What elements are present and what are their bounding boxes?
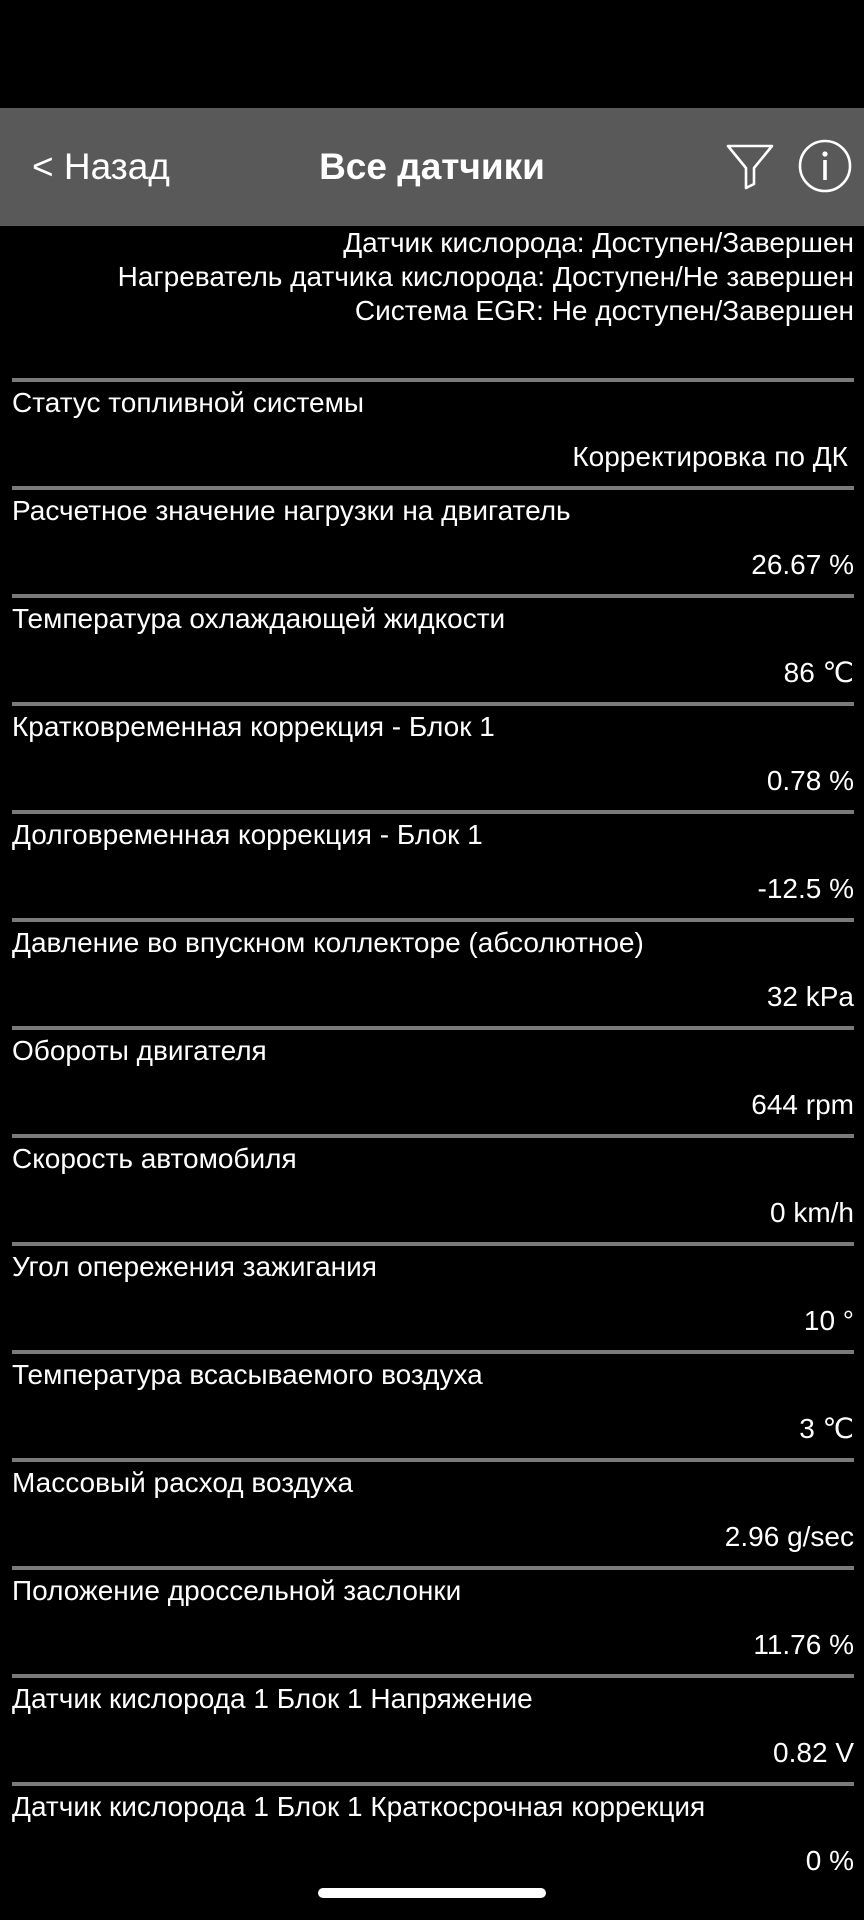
sensor-row[interactable]: Статус топливной системы Корректировка п…: [12, 378, 854, 486]
sensor-row[interactable]: Скорость автомобиля 0 km/h: [12, 1134, 854, 1242]
sensor-name: Положение дроссельной заслонки: [12, 1575, 462, 1606]
sensor-row[interactable]: Положение дроссельной заслонки 11.76 %: [12, 1566, 854, 1674]
sensor-row[interactable]: Массовый расход воздуха 2.96 g/sec: [12, 1458, 854, 1566]
sensor-name: Скорость автомобиля: [12, 1143, 297, 1174]
sensor-value: 32 kPa: [766, 981, 854, 1012]
sensor-value: 644 rpm: [751, 1089, 854, 1120]
sensor-name: Кратковременная коррекция - Блок 1: [12, 711, 495, 742]
sensor-value: 11.76 %: [753, 1629, 854, 1660]
sensor-value: 26.67 %: [751, 549, 854, 580]
sensor-scroll-area[interactable]: Датчик кислорода: Доступен/Завершен Нагр…: [0, 226, 864, 1920]
sensor-value: 86 ℃: [783, 657, 854, 688]
filter-button[interactable]: [722, 138, 778, 194]
sensor-row[interactable]: Давление во впускном коллекторе (абсолют…: [12, 918, 854, 1026]
filter-icon: [726, 144, 774, 190]
app-bar: < Назад Все датчики: [0, 108, 864, 226]
sensor-name: Обороты двигателя: [12, 1035, 267, 1066]
home-indicator[interactable]: [318, 1888, 546, 1898]
sensor-row[interactable]: Датчик кислорода 1 Блок 1 Напряжение 0.8…: [12, 1674, 854, 1782]
sensor-value: 3 ℃: [799, 1413, 854, 1444]
sensor-name: Температура всасываемого воздуха: [12, 1359, 483, 1390]
sensor-name: Массовый расход воздуха: [12, 1467, 354, 1498]
info-button[interactable]: [797, 138, 853, 194]
sensor-name: Угол опережения зажигания: [12, 1251, 377, 1282]
sensor-value: 2.96 g/sec: [724, 1521, 854, 1552]
info-icon: [798, 139, 852, 193]
monitor-status-block: Датчик кислорода: Доступен/Завершен Нагр…: [0, 226, 864, 386]
sensor-name: Датчик кислорода 1 Блок 1 Напряжение: [12, 1683, 533, 1714]
sensor-row[interactable]: Долговременная коррекция - Блок 1 -12.5 …: [12, 810, 854, 918]
sensor-row[interactable]: Кратковременная коррекция - Блок 1 0.78 …: [12, 702, 854, 810]
sensor-name: Датчик кислорода 1 Блок 1 Краткосрочная …: [12, 1791, 706, 1822]
monitor-status-line: Датчик кислорода: Доступен/Завершен: [343, 227, 854, 258]
sensor-name: Температура охлаждающей жидкости: [12, 603, 506, 634]
sensor-name: Давление во впускном коллекторе (абсолют…: [12, 927, 644, 958]
sensor-value: -12.5 %: [757, 873, 855, 904]
sensor-row[interactable]: Обороты двигателя 644 rpm: [12, 1026, 854, 1134]
sensor-row[interactable]: Угол опережения зажигания 10 °: [12, 1242, 854, 1350]
monitor-status-line: Нагреватель датчика кислорода: Доступен/…: [117, 261, 854, 292]
sensor-value: Корректировка по ДК: [572, 441, 848, 472]
sensor-row[interactable]: Расчетное значение нагрузки на двигатель…: [12, 486, 854, 594]
sensor-value: 0.78 %: [766, 765, 854, 796]
sensor-name: Статус топливной системы: [12, 387, 364, 418]
monitor-status-line: Система EGR: Не доступен/Завершен: [354, 295, 854, 326]
sensor-value: 0 km/h: [769, 1197, 854, 1228]
sensor-list: Статус топливной системы Корректировка п…: [0, 378, 864, 1890]
status-bar: [0, 0, 864, 108]
sensor-row[interactable]: Датчик кислорода 1 Блок 1 Краткосрочная …: [12, 1782, 854, 1890]
sensor-row[interactable]: Температура охлаждающей жидкости 86 ℃: [12, 594, 854, 702]
sensor-value: 10 °: [803, 1305, 854, 1336]
sensor-name: Расчетное значение нагрузки на двигатель: [12, 495, 571, 526]
sensor-value: 0 %: [805, 1845, 854, 1876]
sensor-name: Долговременная коррекция - Блок 1: [12, 819, 483, 850]
sensor-row[interactable]: Температура всасываемого воздуха 3 ℃: [12, 1350, 854, 1458]
sensor-value: 0.82 V: [773, 1737, 854, 1768]
